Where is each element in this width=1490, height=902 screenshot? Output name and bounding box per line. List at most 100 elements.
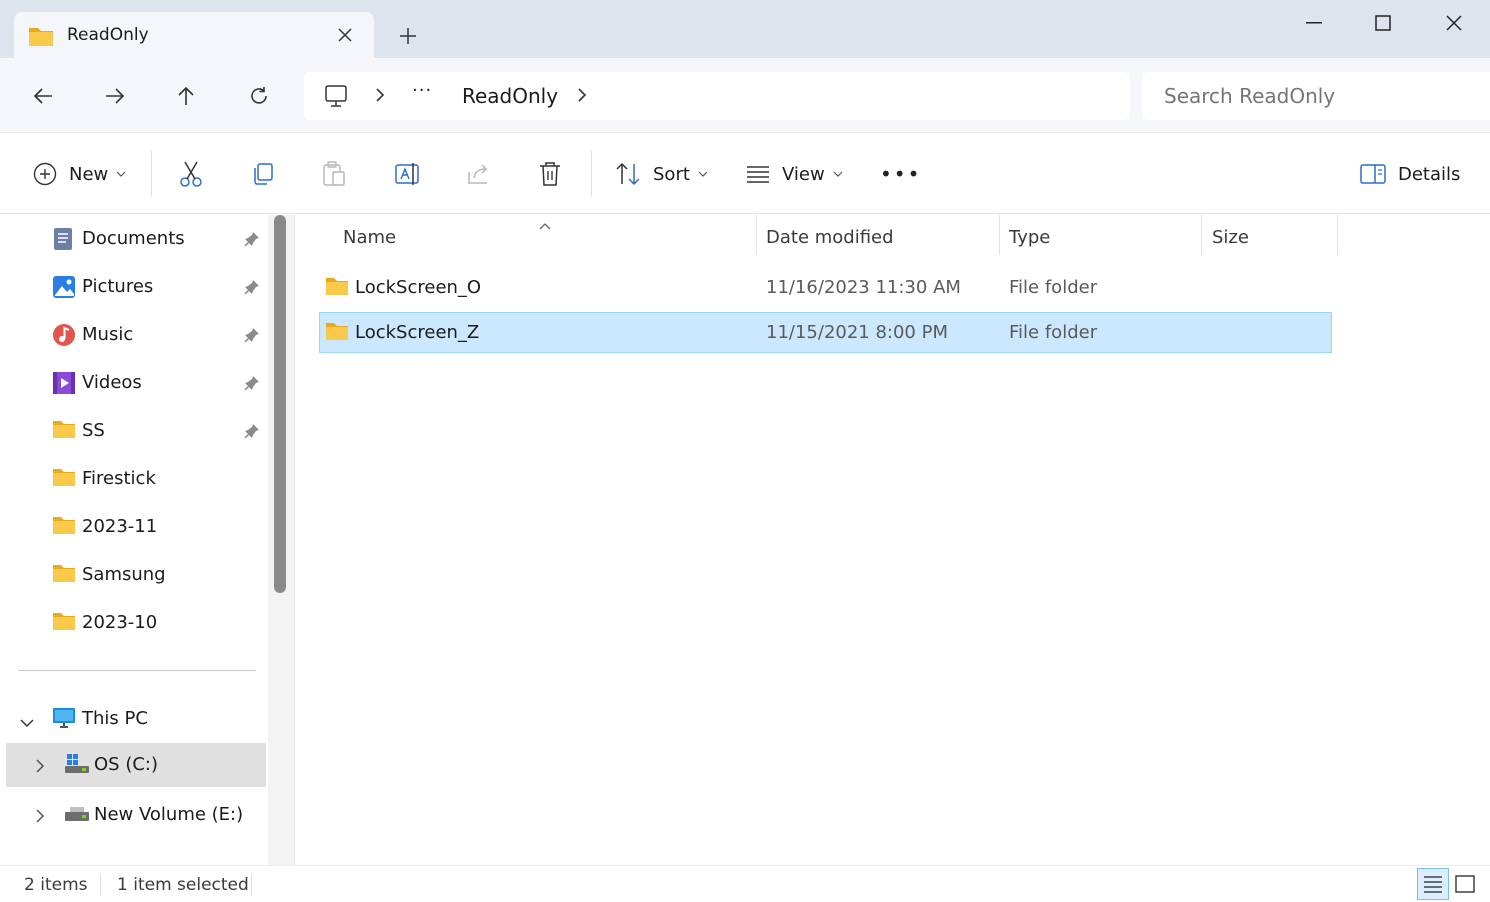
column-divider[interactable] (756, 215, 757, 255)
search-input[interactable] (1164, 84, 1464, 108)
column-divider[interactable] (999, 215, 1000, 255)
details-view-icon (1424, 876, 1442, 893)
documents-icon (52, 227, 76, 251)
minimize-button[interactable] (1292, 8, 1336, 38)
sort-ascending-icon (538, 215, 552, 234)
chevron-right-icon[interactable] (374, 86, 386, 108)
chevron-right-icon[interactable] (36, 808, 45, 827)
new-tab-button[interactable] (394, 22, 422, 50)
file-type: File folder (1009, 277, 1098, 298)
view-button[interactable]: View (746, 157, 843, 191)
sidebar-scrollbar-thumb[interactable] (274, 215, 286, 593)
tiles-view-button[interactable] (1449, 868, 1481, 900)
pin-icon[interactable] (244, 231, 260, 251)
this-pc-icon[interactable] (324, 84, 348, 112)
details-pane-icon (1360, 164, 1386, 184)
close-tab-icon[interactable] (332, 22, 358, 48)
close-window-button[interactable] (1432, 8, 1476, 38)
sidebar-item-label: New Volume (E:) (94, 804, 244, 825)
paste-button[interactable] (322, 157, 346, 191)
sidebar-item-pictures[interactable]: Pictures (0, 265, 266, 309)
rename-button[interactable] (394, 157, 420, 191)
sidebar-item-music[interactable]: Music (0, 313, 266, 357)
address-bar[interactable]: ··· ReadOnly (304, 72, 1130, 120)
sort-label: Sort (653, 163, 690, 185)
delete-button[interactable] (538, 157, 562, 191)
breadcrumb-more[interactable]: ··· (412, 80, 432, 101)
pin-icon[interactable] (244, 423, 260, 443)
pin-icon[interactable] (244, 327, 260, 347)
folder-icon (325, 321, 349, 345)
tab-readonly[interactable]: ReadOnly (14, 12, 374, 60)
share-icon (468, 164, 488, 184)
view-label: View (782, 163, 825, 185)
maximize-button[interactable] (1361, 8, 1405, 38)
sidebar-item-firestick[interactable]: Firestick (0, 457, 266, 501)
details-view-button[interactable] (1417, 868, 1449, 900)
column-header-date-modified[interactable]: Date modified (766, 227, 894, 248)
sidebar-item-videos[interactable]: Videos (0, 361, 266, 405)
details-pane-button[interactable]: Details (1360, 157, 1460, 191)
sidebar-item-label: This PC (82, 708, 148, 729)
back-button[interactable] (25, 78, 61, 114)
file-date-modified: 11/16/2023 11:30 AM (766, 277, 961, 298)
scissors-icon (180, 161, 202, 187)
file-name: LockScreen_O (355, 277, 482, 298)
sort-button[interactable]: Sort (615, 157, 708, 191)
drive-windows-icon (64, 753, 90, 779)
file-list: Name Date modified Type Size LockScreen_… (295, 215, 1490, 865)
pin-icon[interactable] (244, 279, 260, 299)
new-button[interactable]: New (33, 157, 126, 191)
forward-button[interactable] (97, 78, 133, 114)
table-row[interactable]: LockScreen_Z 11/15/2021 8:00 PM File fol… (319, 312, 1332, 353)
music-icon (52, 323, 76, 347)
tab-title: ReadOnly (67, 25, 149, 45)
up-button[interactable] (168, 78, 204, 114)
trash-icon (540, 162, 560, 186)
sidebar-item-os-c[interactable]: OS (C:) (6, 743, 266, 787)
sidebar-item-samsung[interactable]: Samsung (0, 553, 266, 597)
sidebar-item-label: SS (82, 420, 105, 441)
column-header-name[interactable]: Name (343, 227, 396, 248)
column-header-size[interactable]: Size (1212, 227, 1249, 248)
navigation-bar: ··· ReadOnly (0, 58, 1490, 132)
column-header-type[interactable]: Type (1009, 227, 1050, 248)
chevron-right-icon[interactable] (36, 758, 45, 777)
sidebar-item-2023-11[interactable]: 2023-11 (0, 505, 266, 549)
folder-icon (52, 515, 76, 539)
search-box[interactable] (1142, 72, 1490, 120)
sidebar-item-2023-10[interactable]: 2023-10 (0, 601, 266, 645)
more-label: ••• (880, 162, 922, 186)
table-row[interactable]: LockScreen_O 11/16/2023 11:30 AM File fo… (319, 267, 1332, 308)
copy-button[interactable] (250, 157, 274, 191)
more-options-button[interactable]: ••• (880, 157, 921, 191)
sidebar-item-new-volume-e[interactable]: New Volume (E:) (0, 793, 266, 837)
toolbar-divider (591, 151, 592, 197)
sort-icon (616, 162, 640, 186)
chevron-right-icon[interactable] (576, 86, 588, 108)
new-label: New (69, 163, 109, 185)
folder-icon (52, 611, 76, 635)
breadcrumb-current[interactable]: ReadOnly (462, 84, 558, 108)
monitor-icon (52, 707, 76, 731)
status-divider (251, 874, 252, 896)
paste-icon (323, 161, 345, 186)
sidebar-item-this-pc[interactable]: This PC (0, 697, 266, 741)
share-button[interactable] (466, 157, 492, 191)
rename-icon (395, 163, 419, 185)
cut-button[interactable] (178, 157, 204, 191)
details-label: Details (1398, 163, 1461, 185)
status-divider (100, 874, 101, 896)
column-divider[interactable] (1201, 215, 1202, 255)
refresh-button[interactable] (241, 78, 277, 114)
title-bar: ReadOnly (0, 0, 1490, 60)
pictures-icon (52, 275, 76, 299)
videos-icon (52, 371, 76, 395)
column-divider[interactable] (1337, 215, 1338, 255)
file-name: LockScreen_Z (355, 322, 480, 343)
pin-icon[interactable] (244, 375, 260, 395)
sidebar-item-ss[interactable]: SS (0, 409, 266, 453)
chevron-down-icon[interactable] (20, 713, 34, 732)
navigation-pane: Documents Pictures Music Videos SS Fires (0, 215, 294, 865)
sidebar-item-documents[interactable]: Documents (0, 217, 266, 261)
